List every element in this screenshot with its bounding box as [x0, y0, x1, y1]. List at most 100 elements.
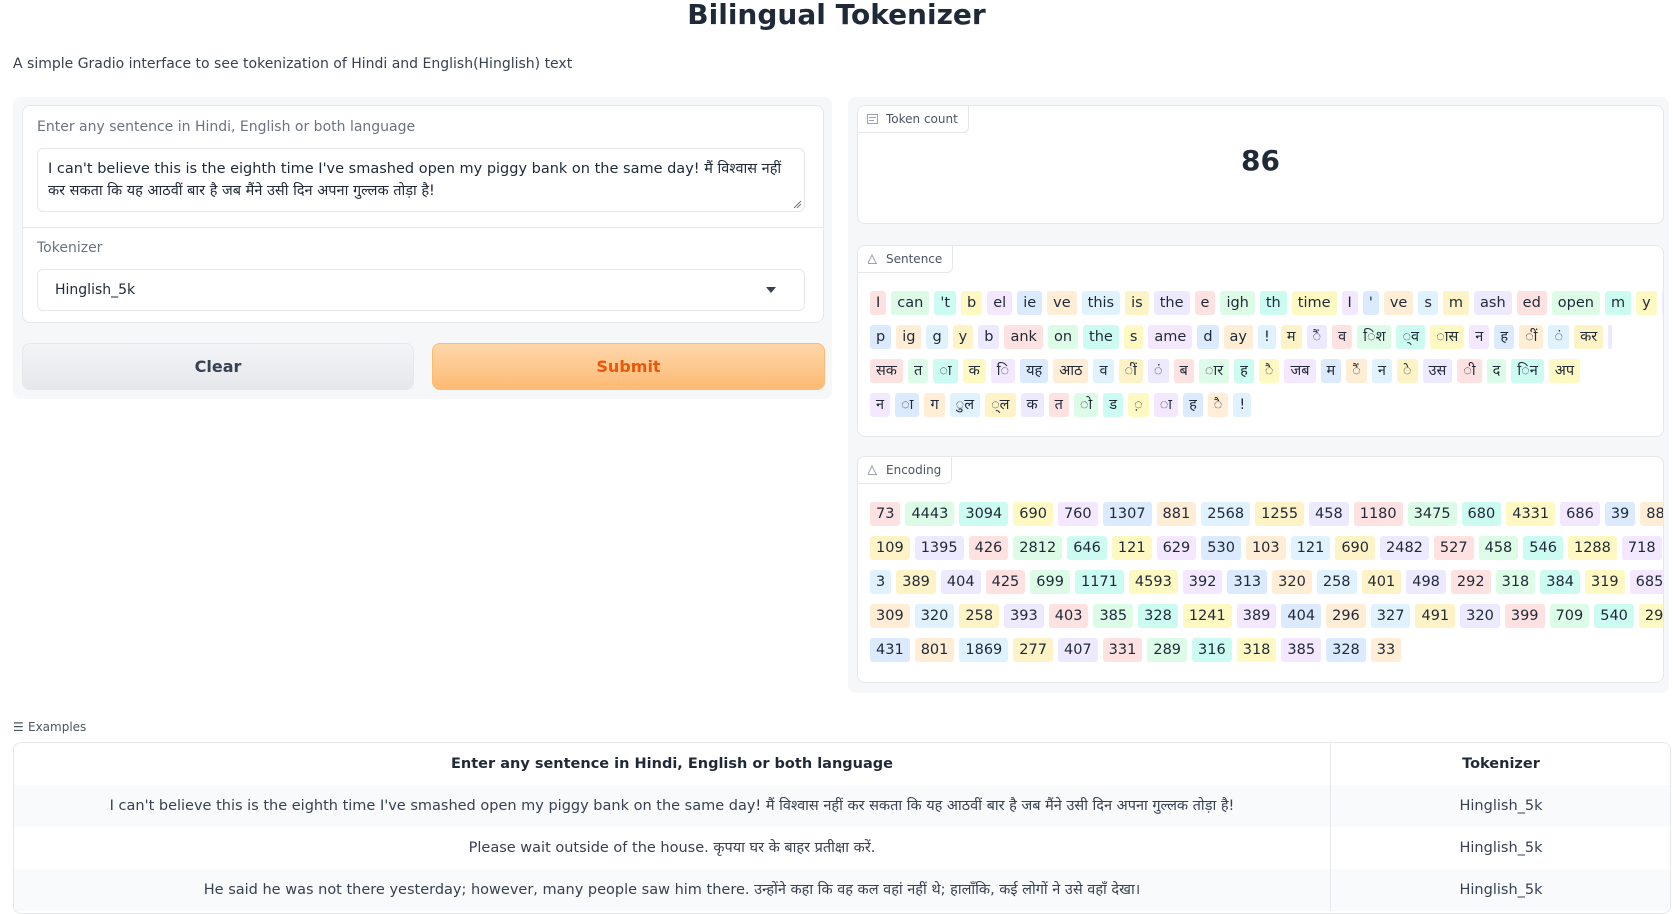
- token-chip: 73: [870, 502, 901, 526]
- token-chip: 319: [1584, 570, 1625, 594]
- token-chip: 385: [1093, 604, 1134, 628]
- sentence-label-text: Sentence: [886, 252, 943, 266]
- token-row: 431 801 1869 277 407 331 289 316 318 385 328 33: [870, 638, 1663, 672]
- token-chip: g: [926, 325, 948, 349]
- token-chip: ay: [1223, 325, 1254, 349]
- token-chip: 296: [1326, 604, 1366, 628]
- token-chip: ve: [1383, 291, 1414, 315]
- token-count-label-text: Token count: [886, 112, 958, 126]
- token-chip: ड: [1103, 393, 1124, 417]
- token-chip: ': [1362, 291, 1379, 315]
- token-chip: 2812: [1013, 536, 1063, 560]
- sentence-input-value: I can't believe this is the eighth time …: [48, 161, 782, 199]
- token-chip: ्व: [1396, 325, 1426, 349]
- example-tokenizer[interactable]: Hinglish_5k: [1330, 869, 1670, 911]
- token-chip: द: [1486, 359, 1507, 383]
- token-chip: 4443: [905, 502, 955, 526]
- example-sentence[interactable]: I can't believe this is the eighth time …: [14, 785, 1330, 827]
- example-sentence[interactable]: He said he was not there yesterday; howe…: [14, 869, 1330, 911]
- token-chip: ं: [1548, 325, 1570, 349]
- highlight-icon: [867, 254, 877, 264]
- token-chip: 328: [1326, 638, 1366, 662]
- sentence-input-label: Enter any sentence in Hindi, English or …: [37, 119, 416, 135]
- token-chip: 498: [1406, 570, 1446, 594]
- token-chip: 318: [1495, 570, 1536, 594]
- example-sentence[interactable]: Please wait outside of the house. कृपया …: [14, 827, 1330, 869]
- token-chip: 491: [1415, 604, 1456, 628]
- token-chip: 320: [1272, 570, 1312, 594]
- token-chip: 530: [1201, 536, 1241, 560]
- token-row: ना गुल्ल क तो ड़ा है!: [870, 393, 1663, 427]
- token-row: 73 4443 3094 690 760 1307 881 2568 1255 458 1180 34…: [870, 502, 1663, 536]
- token-chip: 313: [1227, 570, 1268, 594]
- encoding-panel: Encoding 73 4443 3094 690 760 1307 881 2568 1255…: [857, 456, 1664, 683]
- token-chip: 458: [1309, 502, 1349, 526]
- token-chip: ा: [933, 359, 958, 383]
- token-chip: s: [1123, 325, 1144, 349]
- examples-row[interactable]: He said he was not there yesterday; howe…: [14, 869, 1670, 911]
- submit-button[interactable]: Submit: [432, 343, 825, 390]
- token-chip: ed: [1516, 291, 1547, 315]
- token-chip: b: [978, 325, 1000, 349]
- examples-row[interactable]: I can't believe this is the eighth time …: [14, 785, 1670, 827]
- token-chip: आठ: [1053, 359, 1089, 383]
- token-count-value: 86: [1241, 144, 1280, 177]
- token-chip: ार: [1198, 359, 1230, 383]
- token-chip: म: [1280, 325, 1302, 349]
- token-chip: 1869: [959, 638, 1009, 662]
- token-chip: 680: [1461, 502, 1502, 526]
- token-chip: ह: [1494, 325, 1515, 349]
- token-chip: 4331: [1506, 502, 1556, 526]
- token-chip: is: [1125, 291, 1149, 315]
- token-chip: 258: [1316, 570, 1357, 594]
- token-chip: ास: [1430, 325, 1465, 349]
- tokenizer-dropdown[interactable]: Hinglish_5k: [37, 269, 805, 311]
- token-row: p ig g y b ank on the s ame d ay! मैं विश्वास न हींं कर: [870, 325, 1663, 359]
- token-chip: 33: [1370, 638, 1402, 662]
- token-chip: व: [1332, 325, 1353, 349]
- token-chip: [1661, 291, 1663, 315]
- sentence-tokens: Ican't b el ie ve this is the e igh th time I ' ve s m as…: [870, 291, 1663, 427]
- example-tokenizer[interactable]: Hinglish_5k: [1330, 827, 1670, 869]
- example-tokenizer[interactable]: Hinglish_5k: [1330, 785, 1670, 827]
- token-row: Ican't b el ie ve this is the e igh th time I ' ve s m as…: [870, 291, 1663, 325]
- output-column: Token count 86 Sentence Ican't b el ie ve thi…: [848, 97, 1669, 693]
- token-chip: ह: [1183, 393, 1203, 417]
- token-chip: 258: [959, 604, 1000, 628]
- token-chip: म: [1320, 359, 1342, 383]
- token-chip: 320: [1460, 604, 1500, 628]
- token-chip: ैं: [1346, 359, 1367, 383]
- highlight-icon: [867, 465, 877, 475]
- token-chip: 389: [896, 570, 936, 594]
- clear-button[interactable]: Clear: [22, 343, 414, 390]
- token-chip: 2482: [1380, 536, 1429, 560]
- token-chip: 39: [1604, 502, 1636, 526]
- page-title: Bilingual Tokenizer: [687, 0, 986, 31]
- token-chip: !: [1233, 393, 1252, 417]
- resize-handle-icon[interactable]: [793, 200, 802, 209]
- sentence-input[interactable]: I can't believe this is the eighth time …: [37, 148, 805, 212]
- token-chip: 425: [985, 570, 1026, 594]
- sentence-label: Sentence: [858, 246, 954, 273]
- examples-row[interactable]: Please wait outside of the house. कृपया …: [14, 827, 1670, 869]
- token-chip: िन: [1511, 359, 1544, 383]
- token-chip: क: [962, 359, 986, 383]
- token-chip: ै: [1258, 359, 1280, 383]
- token-chip: b: [961, 291, 983, 315]
- token-chip: 760: [1057, 502, 1098, 526]
- encoding-label: Encoding: [858, 457, 953, 484]
- token-chip: िश: [1357, 325, 1392, 349]
- token-chip: 1288: [1567, 536, 1617, 560]
- token-chip: 384: [1540, 570, 1580, 594]
- token-count-panel: Token count 86: [857, 105, 1664, 224]
- token-chip: 1255: [1255, 502, 1305, 526]
- token-chip: त: [907, 359, 929, 383]
- token-chip: 407: [1057, 638, 1098, 662]
- list-icon: ☰: [13, 720, 24, 734]
- token-chip: 527: [1433, 536, 1474, 560]
- token-chip: 540: [1594, 604, 1634, 628]
- token-chip: ank: [1004, 325, 1043, 349]
- chevron-down-icon[interactable]: [766, 287, 776, 293]
- token-chip: ash: [1474, 291, 1512, 315]
- token-chip: 404: [1281, 604, 1322, 628]
